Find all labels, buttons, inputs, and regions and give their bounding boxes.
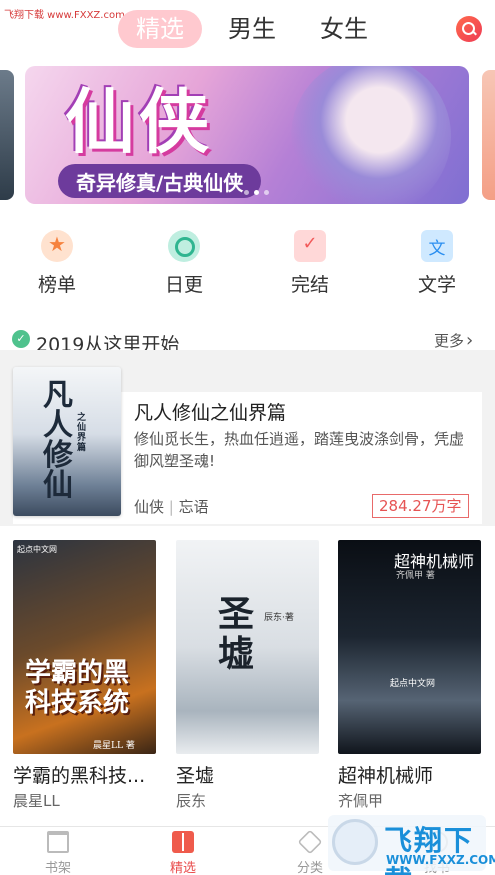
word-count-badge: 284.27万字 [372,494,469,518]
medal-icon [41,230,73,262]
book-item[interactable]: 圣墟 辰东·著 圣墟 辰东 [176,540,321,811]
banner-next-peek[interactable] [482,70,495,200]
clipboard-check-icon [294,230,326,262]
book-cover[interactable]: 起点中文网 学霸的黑科技系统 晨星LL 著 [13,540,156,754]
section-header: ✓ 2019从这里开始 更多 [0,314,495,350]
more-link[interactable]: 更多 [434,330,473,350]
watermark-logo-icon [332,819,378,865]
carousel-dots [244,190,269,195]
tab-label: 精选 [169,861,196,875]
top-bar: 飞翔下载 www.FXXZ.com 精选 男生 女生 [0,0,495,60]
tag-icon [297,829,323,855]
cover-author: 齐佩甲 著 [396,571,435,581]
featured-book-title[interactable]: 凡人修仙之仙界篇 [134,398,286,425]
banner-slide[interactable]: 仙侠 奇异修真/古典仙侠 [25,66,469,204]
featured-book-meta: 仙侠 | 忘语 [134,498,209,516]
book-author: 辰东 [176,792,207,810]
tab-label: 书架 [44,861,71,875]
book-cover[interactable]: 超神机械师 齐佩甲 著 起点中文网 [338,540,481,754]
book-title: 圣墟 [176,765,215,787]
cover-author: 辰东·著 [264,613,294,623]
banner-carousel: 仙侠 奇异修真/古典仙侠 [0,60,495,212]
book-title: 超神机械师 [338,765,434,787]
banner-artwork [291,66,451,204]
quick-nav: 榜单 日更 完结 文学 [0,212,495,314]
tab-female[interactable]: 女生 [302,10,386,48]
book-title: 学霸的黑科技... [13,765,146,787]
cover-brand: 起点中文网 [390,679,436,689]
watermark-text: 飞翔下载 www.FXXZ.com [4,10,125,21]
quicknav-literature[interactable]: 文学 [392,230,482,297]
channel-tabs: 精选 男生 女生 [118,10,386,48]
tab-male[interactable]: 男生 [210,10,294,48]
cover-subtitle: 之仙界篇 [77,413,87,453]
featured-book-description: 修仙觅长生，热血任逍遥，踏莲曳波涤剑骨，凭虚御风塑圣魂! [134,430,465,470]
carousel-dot [254,190,259,195]
banner-prev-peek[interactable] [0,70,14,200]
tab-featured[interactable]: 精选 [118,10,202,48]
cover-title: 圣墟 [218,593,255,675]
watermark-url: WWW.FXXZ.COM [386,853,495,867]
featured-book-cover[interactable]: 凡人修仙 之仙界篇 [13,367,121,516]
quicknav-daily[interactable]: 日更 [139,230,229,297]
quicknav-label: 榜单 [37,274,76,296]
book-author: 齐佩甲 [338,792,384,810]
quicknav-label: 完结 [290,274,329,296]
literature-icon [421,230,453,262]
section-title: 2019从这里开始 [36,334,180,350]
tab-bookshelf[interactable]: 书架 [18,831,98,875]
bookshelf-icon [47,831,69,853]
carousel-dot [264,190,269,195]
book-author: 晨星LL [13,792,60,810]
quicknav-ranking[interactable]: 榜单 [12,230,102,297]
banner-subtitle-pill: 奇异修真/古典仙侠 [58,164,262,198]
book-item[interactable]: 起点中文网 学霸的黑科技系统 晨星LL 著 学霸的黑科技... 晨星LL [13,540,158,811]
watermark-logo: 飞翔下载 WWW.FXXZ.COM [328,815,495,875]
section-icon: ✓ [12,330,30,348]
quicknav-label: 文学 [417,274,456,296]
book-cover[interactable]: 圣墟 辰东·著 [176,540,319,754]
open-book-icon [172,831,194,853]
carousel-dot [244,190,249,195]
book-grid: 起点中文网 学霸的黑科技系统 晨星LL 著 学霸的黑科技... 晨星LL 圣墟 … [0,526,495,826]
cover-brand: 起点中文网 [17,545,57,554]
banner-subtitle: 奇异修真/古典仙侠 [76,170,244,195]
book-genre: 仙侠 [134,498,165,516]
quicknav-completed[interactable]: 完结 [265,230,355,297]
clock-icon [168,230,200,262]
book-item[interactable]: 超神机械师 齐佩甲 著 起点中文网 超神机械师 齐佩甲 [338,540,483,811]
book-author: 忘语 [178,498,209,516]
search-icon[interactable] [456,16,482,42]
tab-featured-bottom[interactable]: 精选 [143,831,223,875]
cover-title: 学霸的黑科技系统 [25,658,130,718]
quicknav-label: 日更 [164,274,203,296]
banner-title: 仙侠 [65,80,213,163]
cover-author: 晨星LL 著 [93,741,135,751]
